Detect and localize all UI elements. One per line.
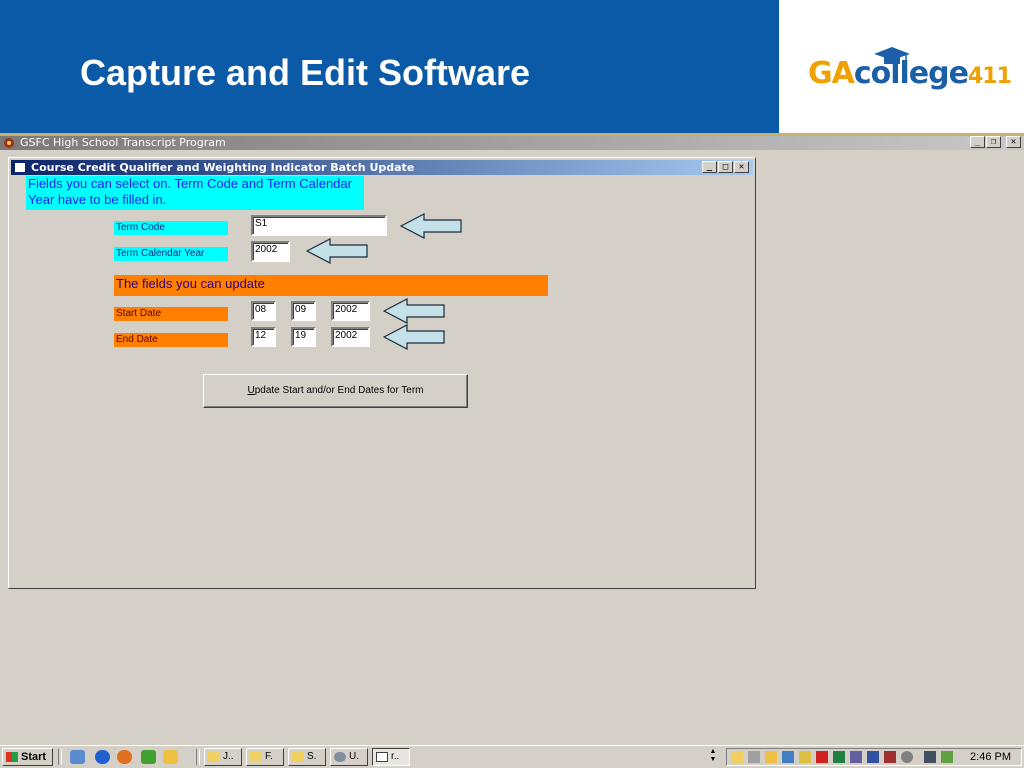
printer-icon[interactable] xyxy=(748,751,760,763)
left-arrow-icon xyxy=(383,298,445,324)
windows-logo-icon xyxy=(6,752,18,762)
mail-icon xyxy=(208,752,220,762)
dialog-icon xyxy=(15,163,25,172)
app-icon[interactable] xyxy=(141,750,156,764)
security-icon[interactable] xyxy=(833,751,845,763)
end-date-label: End Date xyxy=(114,333,228,347)
pen-icon[interactable] xyxy=(799,751,811,763)
app-icon xyxy=(4,138,14,148)
app-title: GSFC High School Transcript Program xyxy=(20,136,226,149)
start-day-input[interactable]: 09 xyxy=(291,301,316,321)
end-month-input[interactable]: 12 xyxy=(251,327,276,347)
taskbar-item[interactable]: S. xyxy=(288,748,326,766)
outlook-icon[interactable] xyxy=(163,750,178,764)
taskbar-scroll-arrows[interactable]: ▲ ▼ xyxy=(706,748,720,766)
taskbar-item[interactable]: U. xyxy=(330,748,368,766)
system-tray: 2:46 PM xyxy=(726,748,1022,766)
taskbar-item[interactable]: J.. xyxy=(204,748,242,766)
start-date-label: Start Date xyxy=(114,307,228,321)
show-desktop-icon[interactable] xyxy=(70,750,85,764)
app-window-controls: _ ❐ ✕ xyxy=(970,136,1021,148)
term-code-label: Term Code xyxy=(114,221,228,235)
start-year-input[interactable]: 2002 xyxy=(331,301,370,321)
display-icon[interactable] xyxy=(924,751,936,763)
norton-icon[interactable] xyxy=(816,751,828,763)
left-arrow-icon xyxy=(400,213,462,239)
taskbar-separator xyxy=(58,749,62,765)
mail-icon xyxy=(292,752,304,762)
dialog-minimize-button[interactable]: _ xyxy=(702,161,717,173)
term-year-label: Term Calendar Year xyxy=(114,247,228,261)
ie-icon[interactable] xyxy=(95,750,110,764)
slide-title: Capture and Edit Software xyxy=(80,52,531,93)
app-icon xyxy=(334,752,346,762)
start-month-input[interactable]: 08 xyxy=(251,301,276,321)
clock[interactable]: 2:46 PM xyxy=(970,749,1011,765)
app-restore-button[interactable]: ❐ xyxy=(986,136,1001,148)
left-arrow-icon xyxy=(306,238,368,264)
update-fields-header: The fields you can update xyxy=(114,275,548,296)
term-year-input[interactable]: 2002 xyxy=(251,241,290,262)
taskbar: Start J.. F. S. U. r.. ▲ ▼ 2:46 PM xyxy=(0,745,1024,768)
update-dates-button[interactable]: Update Start and/or End Dates for Term xyxy=(203,374,468,408)
dialog-close-button[interactable]: ✕ xyxy=(734,161,749,173)
left-arrow-icon xyxy=(383,324,445,350)
app-minimize-button[interactable]: _ xyxy=(970,136,985,148)
firefox-icon[interactable] xyxy=(117,750,132,764)
antivirus-icon[interactable] xyxy=(884,751,896,763)
end-day-input[interactable]: 19 xyxy=(291,327,316,347)
taskbar-item[interactable]: F. xyxy=(246,748,284,766)
taskbar-item-active[interactable]: r.. xyxy=(372,748,410,766)
dialog-window-controls: _ □ ✕ xyxy=(702,161,749,173)
taskbar-separator xyxy=(196,749,200,765)
dialog-title: Course Credit Qualifier and Weighting In… xyxy=(31,161,415,174)
window-icon xyxy=(376,752,388,762)
app-titlebar[interactable]: GSFC High School Transcript Program _ ❐ … xyxy=(0,136,1024,150)
mail-icon xyxy=(250,752,262,762)
app-close-button[interactable]: ✕ xyxy=(1006,136,1021,148)
dialog-maximize-button[interactable]: □ xyxy=(718,161,733,173)
dialog-titlebar[interactable]: Course Credit Qualifier and Weighting In… xyxy=(11,160,753,175)
wireless-icon[interactable] xyxy=(941,751,953,763)
clock-sync-icon[interactable] xyxy=(901,751,913,763)
outlook-icon[interactable] xyxy=(765,751,777,763)
mail-icon[interactable] xyxy=(731,751,743,763)
monitor-icon[interactable] xyxy=(782,751,794,763)
term-code-input[interactable]: S1 xyxy=(251,215,387,236)
gacollege411-logo: GAcollege411 xyxy=(808,56,1012,91)
start-button[interactable]: Start xyxy=(2,748,53,766)
end-year-input[interactable]: 2002 xyxy=(331,327,370,347)
connection-icon[interactable] xyxy=(867,751,879,763)
network-icon[interactable] xyxy=(850,751,862,763)
selection-fields-note: Fields you can select on. Term Code and … xyxy=(26,176,364,210)
